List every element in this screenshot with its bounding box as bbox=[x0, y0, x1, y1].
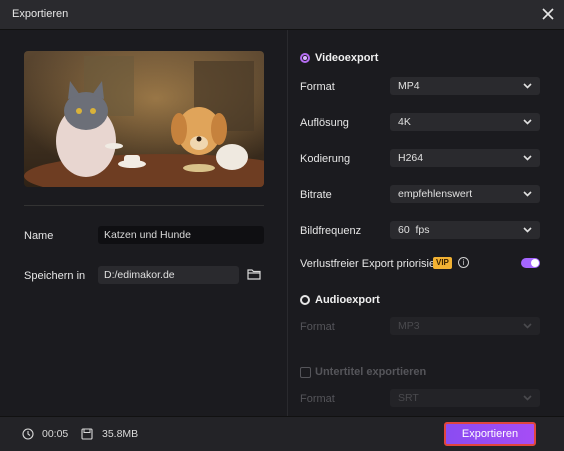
chevron-down-icon bbox=[523, 395, 532, 401]
chevron-down-icon bbox=[523, 227, 532, 233]
section-separator bbox=[24, 205, 264, 206]
name-input[interactable]: Katzen und Hunde bbox=[98, 226, 264, 244]
encoding-value: H264 bbox=[398, 152, 424, 164]
lossless-export-label: Verlustfreier Export priorisiert bbox=[300, 258, 442, 270]
format-select[interactable]: MP4 bbox=[390, 77, 540, 95]
duration-text: 00:05 bbox=[42, 428, 69, 440]
save-path-input[interactable]: D:/edimakor.de bbox=[98, 266, 239, 284]
subtitle-format-label: Format bbox=[300, 393, 335, 405]
audio-export-title: Audioexport bbox=[315, 294, 380, 306]
title-bar: Exportieren bbox=[0, 0, 564, 30]
resolution-label: Auflösung bbox=[300, 117, 349, 129]
lossless-export-toggle[interactable] bbox=[521, 258, 540, 268]
export-button[interactable]: Exportieren bbox=[444, 422, 536, 446]
chevron-down-icon bbox=[523, 83, 532, 89]
encoding-select[interactable]: H264 bbox=[390, 149, 540, 167]
footer-bar: 00:05 35.8MB Exportieren bbox=[0, 416, 564, 451]
framerate-value: 60 fps bbox=[398, 224, 430, 236]
subtitle-format-select[interactable]: SRT bbox=[390, 389, 540, 407]
file-size-text: 35.8MB bbox=[102, 428, 139, 440]
export-dialog: Exportieren Name Katzen und Hunde Speich… bbox=[0, 0, 564, 451]
subtitle-format-value: SRT bbox=[398, 392, 419, 404]
clock-icon bbox=[22, 428, 34, 440]
framerate-select[interactable]: 60 fps bbox=[390, 221, 540, 239]
video-export-title: Videoexport bbox=[315, 52, 379, 64]
framerate-label: Bildfrequenz bbox=[300, 225, 362, 237]
video-preview-thumbnail bbox=[24, 51, 264, 187]
vip-badge: VIP bbox=[433, 257, 452, 269]
dialog-title: Exportieren bbox=[12, 8, 69, 20]
folder-icon[interactable] bbox=[247, 268, 261, 280]
audio-format-value: MP3 bbox=[398, 320, 420, 332]
audio-export-radio[interactable] bbox=[300, 295, 310, 305]
video-export-radio[interactable] bbox=[300, 53, 310, 63]
bitrate-select[interactable]: empfehlenswert bbox=[390, 185, 540, 203]
resolution-select[interactable]: 4K bbox=[390, 113, 540, 131]
chevron-down-icon bbox=[523, 119, 532, 125]
format-label: Format bbox=[300, 81, 335, 93]
save-disk-icon bbox=[81, 428, 93, 440]
subtitle-export-label: Untertitel exportieren bbox=[315, 366, 427, 378]
bitrate-value: empfehlenswert bbox=[398, 188, 473, 200]
chevron-down-icon bbox=[523, 155, 532, 161]
close-icon[interactable] bbox=[540, 6, 556, 22]
audio-format-label: Format bbox=[300, 321, 335, 333]
chevron-down-icon bbox=[523, 191, 532, 197]
panel-divider bbox=[287, 30, 288, 416]
audio-format-select[interactable]: MP3 bbox=[390, 317, 540, 335]
encoding-label: Kodierung bbox=[300, 153, 351, 165]
resolution-value: 4K bbox=[398, 116, 411, 128]
chevron-down-icon bbox=[523, 323, 532, 329]
save-location-label: Speichern in bbox=[24, 270, 86, 282]
preview-image bbox=[24, 51, 264, 187]
format-value: MP4 bbox=[398, 80, 420, 92]
info-icon[interactable]: i bbox=[458, 257, 469, 268]
bitrate-label: Bitrate bbox=[300, 189, 332, 201]
name-label: Name bbox=[24, 230, 54, 242]
subtitle-export-checkbox[interactable] bbox=[300, 367, 311, 378]
